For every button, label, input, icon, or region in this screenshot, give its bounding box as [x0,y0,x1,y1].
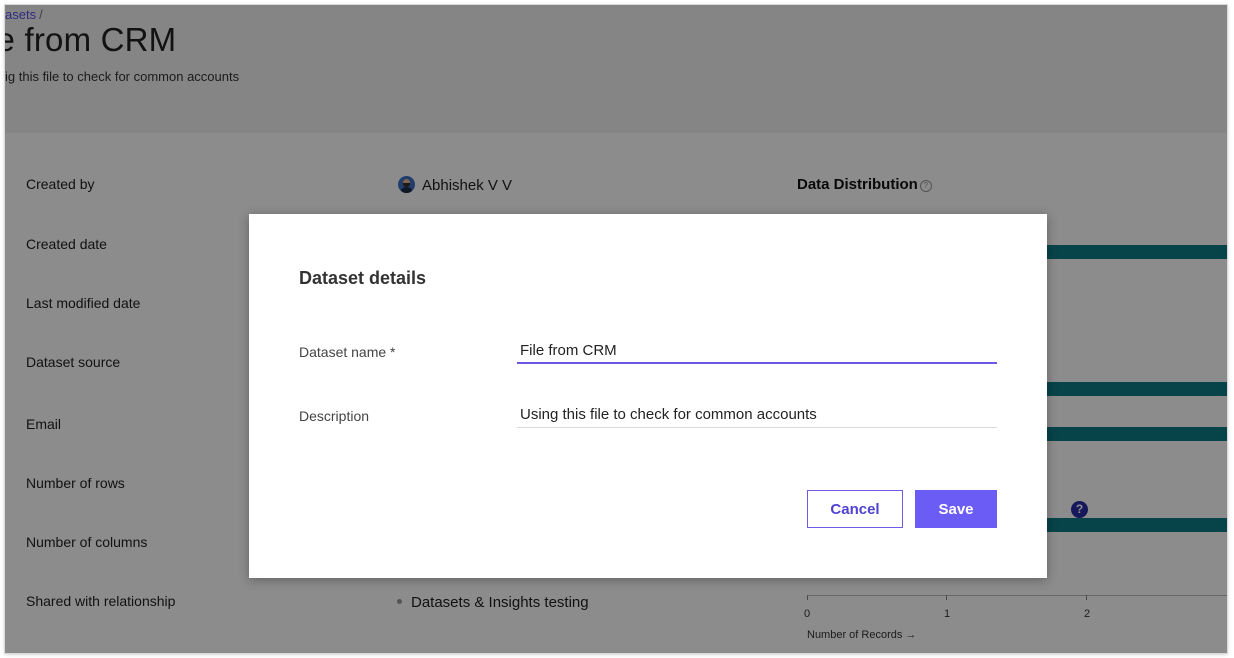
cancel-button[interactable]: Cancel [807,490,903,528]
app-window: asets / le from CRM ig this file to check… [5,5,1227,653]
description-input[interactable] [517,402,997,428]
save-button[interactable]: Save [915,490,997,528]
modal-title: Dataset details [299,268,427,288]
description-label: Description [299,408,370,424]
dataset-details-modal: Dataset details Dataset name * Descripti… [249,214,1047,578]
dataset-name-label: Dataset name * [299,344,396,360]
dataset-name-input[interactable] [517,338,997,364]
